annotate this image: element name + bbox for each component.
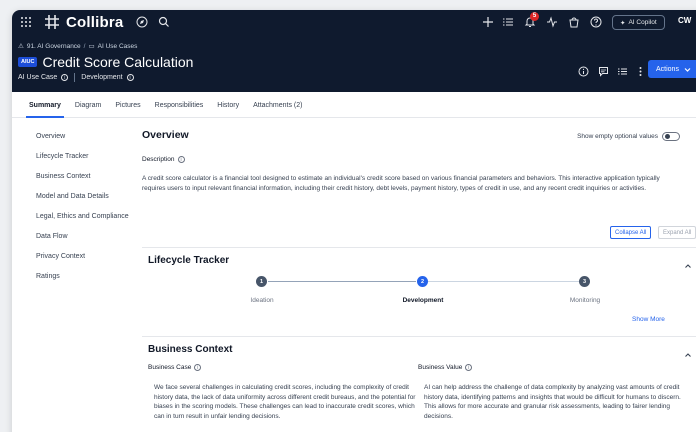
business-value-label-row: Business Value i bbox=[418, 364, 473, 371]
user-avatar[interactable]: CW bbox=[678, 16, 691, 25]
collapse-all-button[interactable]: Collapse All bbox=[610, 226, 652, 239]
tab-history[interactable]: History bbox=[210, 102, 246, 117]
business-case-label-row: Business Case i bbox=[148, 364, 202, 371]
step-connector bbox=[268, 281, 416, 282]
comment-icon[interactable] bbox=[598, 64, 609, 77]
tasks-icon[interactable] bbox=[617, 64, 628, 75]
sidebar-item-privacy-context[interactable]: Privacy Context bbox=[36, 252, 136, 261]
description-label: Description bbox=[142, 156, 175, 163]
tab-diagram[interactable]: Diagram bbox=[68, 102, 108, 117]
tasks-icon[interactable] bbox=[502, 16, 514, 28]
toggle-knob bbox=[665, 134, 670, 139]
show-empty-values-control: Show empty optional values bbox=[577, 132, 680, 141]
domain-icon: ⚠ bbox=[18, 43, 24, 50]
chevron-up-icon[interactable] bbox=[684, 346, 692, 357]
compass-icon[interactable] bbox=[136, 16, 148, 28]
sidebar-item-ratings[interactable]: Ratings bbox=[36, 272, 136, 281]
more-vertical-icon[interactable] bbox=[635, 64, 646, 76]
collibra-logo-icon[interactable] bbox=[44, 14, 60, 30]
page-body: Overview Lifecycle Tracker Business Cont… bbox=[12, 118, 696, 432]
tab-responsibilities[interactable]: Responsibilities bbox=[148, 102, 211, 117]
step-connector bbox=[428, 281, 580, 282]
section-divider bbox=[142, 247, 696, 248]
tab-pictures[interactable]: Pictures bbox=[108, 102, 147, 117]
info-icon[interactable] bbox=[578, 64, 589, 77]
step-marker[interactable]: 1 bbox=[256, 276, 267, 287]
sidebar-item-model-and-data-details[interactable]: Model and Data Details bbox=[36, 192, 136, 201]
asset-meta: AI Use Case i Development i bbox=[18, 73, 134, 82]
show-empty-toggle[interactable] bbox=[662, 132, 680, 141]
breadcrumb: ⚠ 91. AI Governance / ▭ AI Use Cases bbox=[18, 42, 138, 51]
tab-attachments[interactable]: Attachments (2) bbox=[246, 102, 309, 117]
status-label[interactable]: Development bbox=[81, 74, 122, 81]
marketplace-icon[interactable] bbox=[568, 16, 580, 28]
show-empty-label: Show empty optional values bbox=[577, 133, 658, 140]
app-window: Collibra 5 ✦ AI Copilot CW ⚠ 91. AI Gove… bbox=[12, 10, 696, 432]
description-info-icon[interactable]: i bbox=[177, 156, 185, 163]
tab-bar: Summary Diagram Pictures Responsibilitie… bbox=[12, 92, 696, 118]
title-row: AIUC Credit Score Calculation bbox=[18, 54, 193, 70]
business-case-text: We face several challenges in calculatin… bbox=[154, 384, 416, 420]
chevron-down-icon bbox=[684, 67, 691, 72]
actions-button[interactable]: Actions bbox=[648, 60, 696, 78]
brand-name[interactable]: Collibra bbox=[66, 14, 123, 31]
ai-copilot-button[interactable]: ✦ AI Copilot bbox=[612, 15, 665, 30]
step-label: Ideation bbox=[250, 297, 274, 304]
asset-type-badge: AIUC bbox=[18, 57, 38, 67]
asset-header: Collibra 5 ✦ AI Copilot CW ⚠ 91. AI Gove… bbox=[12, 10, 696, 118]
help-icon[interactable] bbox=[590, 16, 602, 28]
sidebar-item-legal-ethics-compliance[interactable]: Legal, Ethics and Compliance bbox=[36, 212, 136, 221]
ai-copilot-label: AI Copilot bbox=[628, 19, 657, 26]
app-canvas: Collibra 5 ✦ AI Copilot CW ⚠ 91. AI Gove… bbox=[0, 0, 696, 432]
sidebar-item-business-context[interactable]: Business Context bbox=[36, 172, 136, 181]
section-divider bbox=[142, 336, 696, 337]
asset-type-label[interactable]: AI Use Case bbox=[18, 74, 57, 81]
business-case-label: Business Case bbox=[148, 364, 192, 371]
business-case-info-icon[interactable]: i bbox=[194, 364, 202, 371]
search-icon[interactable] bbox=[158, 16, 170, 28]
step-label: Development bbox=[402, 297, 444, 304]
page-title: Credit Score Calculation bbox=[42, 54, 194, 70]
overview-title: Overview bbox=[142, 129, 189, 141]
info-icon[interactable]: i bbox=[61, 74, 69, 81]
step-marker[interactable]: 3 bbox=[579, 276, 590, 287]
tab-summary[interactable]: Summary bbox=[22, 102, 68, 118]
top-navigation: Collibra 5 ✦ AI Copilot CW bbox=[12, 10, 696, 36]
main-content: Overview Show empty optional values Desc… bbox=[142, 118, 696, 432]
actions-label: Actions bbox=[656, 65, 679, 73]
description-text: A credit score calculator is a financial… bbox=[142, 175, 660, 192]
sidebar-item-overview[interactable]: Overview bbox=[36, 132, 136, 141]
chevron-up-icon[interactable] bbox=[684, 257, 692, 268]
breadcrumb-separator: / bbox=[83, 42, 86, 50]
notification-badge: 5 bbox=[530, 12, 539, 21]
sparkle-icon: ✦ bbox=[620, 19, 626, 27]
business-value-info-icon[interactable]: i bbox=[465, 364, 473, 371]
step-marker[interactable]: 2 bbox=[417, 276, 428, 287]
breadcrumb-domain[interactable]: 91. AI Governance bbox=[27, 43, 81, 50]
plus-icon[interactable] bbox=[482, 16, 494, 28]
sidebar-item-data-flow[interactable]: Data Flow bbox=[36, 232, 136, 241]
breadcrumb-community[interactable]: AI Use Cases bbox=[98, 43, 138, 50]
lifecycle-tracker-title: Lifecycle Tracker bbox=[148, 255, 230, 266]
app-grid-icon[interactable] bbox=[20, 16, 32, 28]
show-more-link[interactable]: Show More bbox=[632, 316, 665, 323]
community-icon: ▭ bbox=[88, 43, 95, 50]
section-navigation: Overview Lifecycle Tracker Business Cont… bbox=[36, 132, 136, 292]
business-value-text: AI can help address the challenge of dat… bbox=[424, 384, 681, 420]
meta-divider bbox=[74, 73, 76, 82]
sidebar-item-lifecycle-tracker[interactable]: Lifecycle Tracker bbox=[36, 152, 136, 161]
business-value-label: Business Value bbox=[418, 364, 463, 371]
business-context-title: Business Context bbox=[148, 344, 233, 355]
activity-icon[interactable] bbox=[546, 16, 558, 28]
status-info-icon[interactable]: i bbox=[126, 74, 134, 81]
description-label-row: Description i bbox=[142, 156, 185, 163]
step-label: Monitoring bbox=[569, 297, 601, 304]
expand-all-button[interactable]: Expand All bbox=[658, 226, 696, 239]
